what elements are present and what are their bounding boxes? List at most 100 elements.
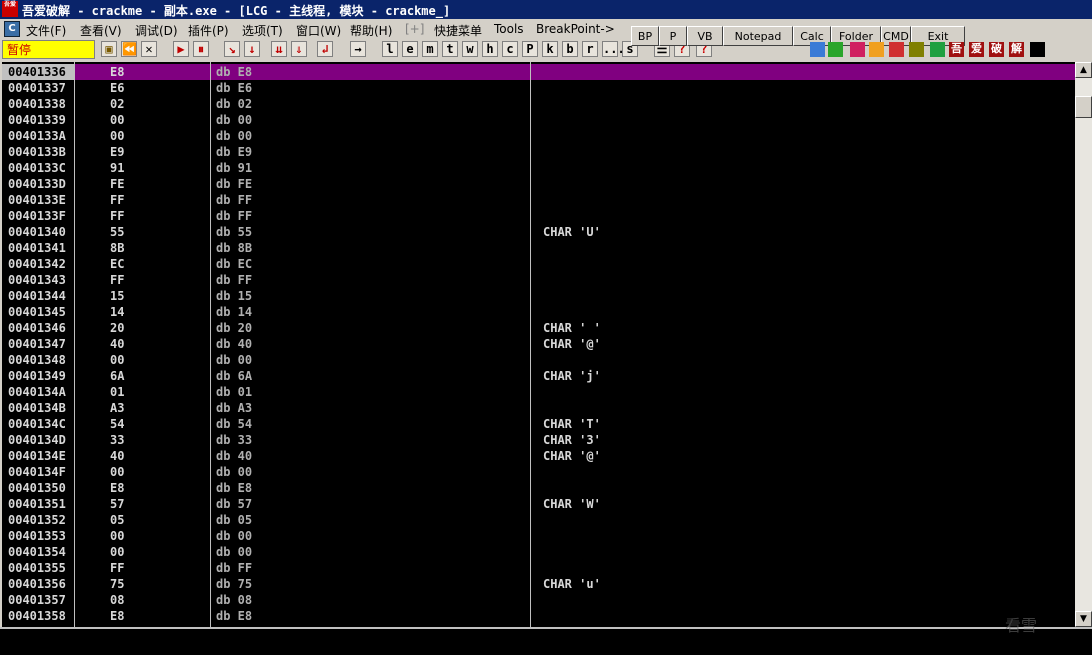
plugin-po-icon[interactable]: 破 [989, 42, 1004, 57]
plugin-a-icon[interactable] [850, 42, 865, 57]
column-divider[interactable] [530, 62, 531, 627]
disassembly-cell: db FF [216, 193, 253, 207]
plugin-wu-icon[interactable]: 吾 [949, 42, 964, 57]
disasm-row[interactable]: 00401338 02 db 02 [2, 96, 1075, 112]
vertical-scrollbar[interactable]: ▲ ▼ [1075, 62, 1092, 627]
disasm-row[interactable]: 00401354 00 db 00 [2, 544, 1075, 560]
bp-button[interactable]: BP [631, 26, 659, 46]
cpu-button[interactable]: c [502, 41, 518, 57]
disasm-row[interactable]: 00401349 6A db 6A CHAR 'j' [2, 368, 1075, 384]
run-trace-button[interactable]: ... [602, 41, 625, 57]
rewind-icon[interactable]: ⏪ [121, 41, 137, 57]
app-menu-icon[interactable]: C [4, 21, 20, 37]
disasm-row[interactable]: 0040133D FE db FE [2, 176, 1075, 192]
scroll-thumb[interactable] [1075, 96, 1092, 118]
p-button[interactable]: P [659, 26, 687, 46]
execute-till-return-icon[interactable]: ↲ [317, 41, 333, 57]
plugin-jie-icon[interactable]: 解 [1009, 42, 1024, 57]
disasm-row[interactable]: 00401340 55 db 55 CHAR 'U' [2, 224, 1075, 240]
plugin-arrow-icon[interactable] [810, 42, 825, 57]
disasm-row[interactable]: 0040134E 40 db 40 CHAR '@' [2, 448, 1075, 464]
disasm-row[interactable]: 0040133B E9 db E9 [2, 144, 1075, 160]
title-bar[interactable]: 吾爱 吾爱破解 - crackme - 副本.exe - [LCG - 主线程,… [0, 0, 1092, 19]
open-icon[interactable]: ▣ [101, 41, 117, 57]
disasm-row[interactable]: 00401355 FF db FF [2, 560, 1075, 576]
column-divider[interactable] [210, 62, 211, 627]
scroll-up-icon[interactable]: ▲ [1075, 62, 1092, 78]
column-divider[interactable] [74, 62, 75, 627]
command-bar[interactable] [0, 627, 1092, 655]
disasm-row[interactable]: 0040133C 91 db 91 [2, 160, 1075, 176]
vb-button[interactable]: VB [687, 26, 723, 46]
disasm-row[interactable]: 00401343 FF db FF [2, 272, 1075, 288]
disasm-row[interactable]: 00401336 E8 db E8 [2, 64, 1075, 80]
disasm-row[interactable]: 00401339 00 db 00 [2, 112, 1075, 128]
disasm-row[interactable]: 00401337 E6 db E6 [2, 80, 1075, 96]
menu-shortcuts[interactable]: 快捷菜单 [434, 22, 482, 39]
disasm-row[interactable]: 0040133A 00 db 00 [2, 128, 1075, 144]
plugin-h-icon[interactable] [828, 42, 843, 57]
plugin-grid-icon[interactable] [909, 42, 924, 57]
plugin-orange-icon[interactable] [869, 42, 884, 57]
menu-debug[interactable]: 调试(D) [135, 22, 178, 39]
call-stack-button[interactable]: k [542, 41, 558, 57]
threads-button[interactable]: t [442, 41, 458, 57]
disasm-row[interactable]: 00401350 E8 db E8 [2, 480, 1075, 496]
windows-button[interactable]: w [462, 41, 478, 57]
plugin-ai-icon[interactable]: 爱 [969, 42, 984, 57]
disasm-row[interactable]: 00401358 E8 db E8 [2, 608, 1075, 624]
disasm-row[interactable]: 00401344 15 db 15 [2, 288, 1075, 304]
disasm-row[interactable]: 00401356 75 db 75 CHAR 'u' [2, 576, 1075, 592]
handles-button[interactable]: h [482, 41, 498, 57]
disasm-row[interactable]: 0040133F FF db FF [2, 208, 1075, 224]
disasm-row[interactable]: 00401342 EC db EC [2, 256, 1075, 272]
step-into-icon[interactable]: ↘ [224, 41, 240, 57]
menu-breakpoint[interactable]: BreakPoint-> [536, 22, 615, 36]
disasm-row[interactable]: 00401347 40 db 40 CHAR '@' [2, 336, 1075, 352]
goto-icon[interactable]: → [350, 41, 366, 57]
menu-options[interactable]: 选项(T) [242, 22, 283, 39]
disasm-row[interactable]: 0040134D 33 db 33 CHAR '3' [2, 432, 1075, 448]
disasm-row[interactable]: 00401351 57 db 57 CHAR 'W' [2, 496, 1075, 512]
log-window-button[interactable]: l [382, 41, 398, 57]
disasm-row[interactable]: 00401346 20 db 20 CHAR ' ' [2, 320, 1075, 336]
plugin-target-icon[interactable] [889, 42, 904, 57]
trace-into-icon[interactable]: ⇊ [271, 41, 287, 57]
menu-view[interactable]: 查看(V) [80, 22, 122, 39]
disasm-row[interactable]: 0040134F 00 db 00 [2, 464, 1075, 480]
disasm-row[interactable]: 00401353 00 db 00 [2, 528, 1075, 544]
menu-file[interactable]: 文件(F) [26, 22, 66, 39]
step-over-icon[interactable]: ↓ [244, 41, 260, 57]
menu-help[interactable]: 帮助(H) [350, 22, 392, 39]
plugin-black-icon[interactable] [1030, 42, 1045, 57]
disasm-row[interactable]: 00401341 8B db 8B [2, 240, 1075, 256]
address-cell: 0040134C [8, 417, 66, 431]
memory-map-button[interactable]: m [422, 41, 438, 57]
disasm-row[interactable]: 00401352 05 db 05 [2, 512, 1075, 528]
references-button[interactable]: r [582, 41, 598, 57]
disasm-row[interactable]: 0040133E FF db FF [2, 192, 1075, 208]
scroll-down-icon[interactable]: ▼ [1075, 611, 1092, 627]
cpu-disassembly-panel[interactable]: 00401358 E8 db E8 00401357 08 db 08 00401356 75… [2, 62, 1075, 627]
menu-tools[interactable]: Tools [494, 22, 524, 36]
close-icon[interactable]: ✕ [141, 41, 157, 57]
plugin-green-icon[interactable] [930, 42, 945, 57]
disassembly-cell: db 00 [216, 529, 253, 543]
disasm-row[interactable]: 0040134B A3 db A3 [2, 400, 1075, 416]
menu-expand[interactable]: [+] [405, 22, 424, 36]
pause-icon[interactable]: ⏸ [193, 41, 209, 57]
notepad-button[interactable]: Notepad [723, 26, 793, 46]
menu-window[interactable]: 窗口(W) [296, 22, 341, 39]
executable-modules-button[interactable]: e [402, 41, 418, 57]
disasm-row[interactable]: 00401348 00 db 00 [2, 352, 1075, 368]
breakpoints-button[interactable]: b [562, 41, 578, 57]
comment-cell: CHAR 'W' [543, 497, 601, 511]
run-icon[interactable]: ▶ [173, 41, 189, 57]
trace-over-icon[interactable]: ⇓ [291, 41, 307, 57]
disasm-row[interactable]: 0040134C 54 db 54 CHAR 'T' [2, 416, 1075, 432]
disasm-row[interactable]: 00401357 08 db 08 [2, 592, 1075, 608]
disasm-row[interactable]: 00401345 14 db 14 [2, 304, 1075, 320]
disasm-row[interactable]: 0040134A 01 db 01 [2, 384, 1075, 400]
patches-button[interactable]: P [522, 41, 538, 57]
menu-plugins[interactable]: 插件(P) [188, 22, 229, 39]
